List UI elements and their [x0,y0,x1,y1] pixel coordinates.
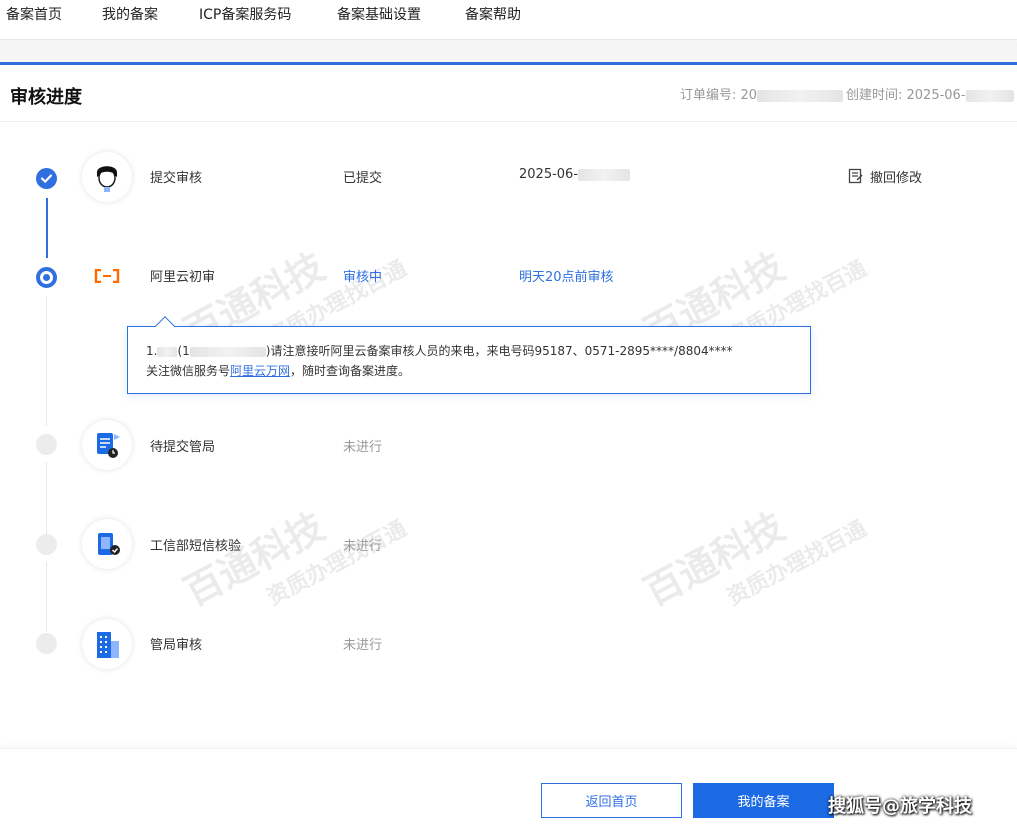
step-time: 明天20点前审核 [519,270,614,285]
step-name: 阿里云初审 [150,270,216,285]
step-active-indicator [36,267,57,288]
step-name: 待提交管局 [150,440,216,455]
created-time: 创建时间: 2025-06- [846,84,1014,103]
redacted-blur [189,346,266,357]
step-status: 未进行 [343,539,383,554]
step-time: 2025-06- [519,167,631,182]
step-status: 未进行 [343,638,383,653]
wechat-account-link[interactable]: 阿里云万网 [230,364,290,378]
order-number: 订单编号: 20 [680,84,844,103]
nav-item-basic-settings[interactable]: 备案基础设置 [337,4,421,24]
sohu-watermark: 搜狐号@旅学科技 [828,796,972,817]
nav-item-icp-service-code[interactable]: ICP备案服务码 [199,4,291,24]
my-filings-button[interactable]: 我的备案 [693,783,834,818]
step-pending-indicator [36,633,57,654]
page-title: 审核进度 [10,87,82,108]
redacted-blur [965,89,1014,102]
notice-line-1-prefix: 1. [146,344,158,358]
timeline-connector [46,462,47,534]
withdraw-edit-icon [848,168,863,184]
redacted-blur [757,89,844,102]
watermark-main: 百通科技 [176,504,332,615]
step-name: 提交审核 [150,171,203,186]
withdraw-label: 撤回修改 [870,171,923,186]
redacted-blur [578,168,631,181]
step-check-icon [36,168,57,189]
notice-line-1: 1. (1 )请注意接听阿里云备案审核人员的来电，来电号码95187、0571-28… [146,341,810,361]
notice-line-1-text: )请注意接听阿里云备案审核人员的来电，来电号码95187、0571-2895**… [265,344,733,358]
step-pending-indicator [36,534,57,555]
order-number-label: 订单编号: 20 [680,88,758,103]
notice-box: 1. (1 )请注意接听阿里云备案审核人员的来电，来电号码95187、0571-28… [127,316,811,394]
step-name: 工信部短信核验 [150,539,242,554]
notice-line-2-before: 关注微信服务号 [146,364,231,378]
progress-header: 审核进度 订单编号: 20 创建时间: 2025-06- [0,65,1017,122]
step-name: 管局审核 [150,638,203,653]
watermark: 百通科技 资质办理找百通 [633,463,872,645]
watermark-sub: 资质办理找百通 [263,516,411,611]
notice-caret [155,316,175,336]
document-clock-icon [82,420,132,470]
withdraw-button[interactable]: 撤回修改 [848,167,922,186]
timeline-connector [46,296,47,426]
notice-line-2: 关注微信服务号阿里云万网，随时查询备案进度。 [146,361,810,381]
nav-item-help[interactable]: 备案帮助 [465,4,521,24]
building-icon [82,619,132,669]
watermark-main: 百通科技 [636,504,792,615]
person-avatar-icon [82,152,132,202]
redacted-blur [157,346,178,357]
step-status: 审核中 [343,270,383,285]
nav-item-home[interactable]: 备案首页 [6,4,62,24]
step-time-text: 2025-06- [519,167,579,182]
created-time-label: 创建时间: 2025-06- [846,88,966,103]
phone-check-icon [82,519,132,569]
notice-line-2-after: ，随时查询备案进度。 [290,364,411,378]
timeline-connector-done [46,198,48,258]
back-home-button[interactable]: 返回首页 [541,783,682,818]
timeline-connector [46,562,47,632]
step-pending-indicator [36,434,57,455]
spacer-bar [0,41,1017,62]
nav-item-my-filings[interactable]: 我的备案 [102,4,158,24]
aliyun-logo-icon [82,251,132,301]
step-status: 未进行 [343,440,383,455]
footer-bar: 返回首页 我的备案 搜狐号@旅学科技 [0,748,1017,828]
notice-line-1-mid: (1 [177,344,190,358]
top-navigation: 备案首页 我的备案 ICP备案服务码 备案基础设置 备案帮助 [0,0,1017,40]
step-status: 已提交 [343,171,383,186]
watermark-sub: 资质办理找百通 [723,516,871,611]
